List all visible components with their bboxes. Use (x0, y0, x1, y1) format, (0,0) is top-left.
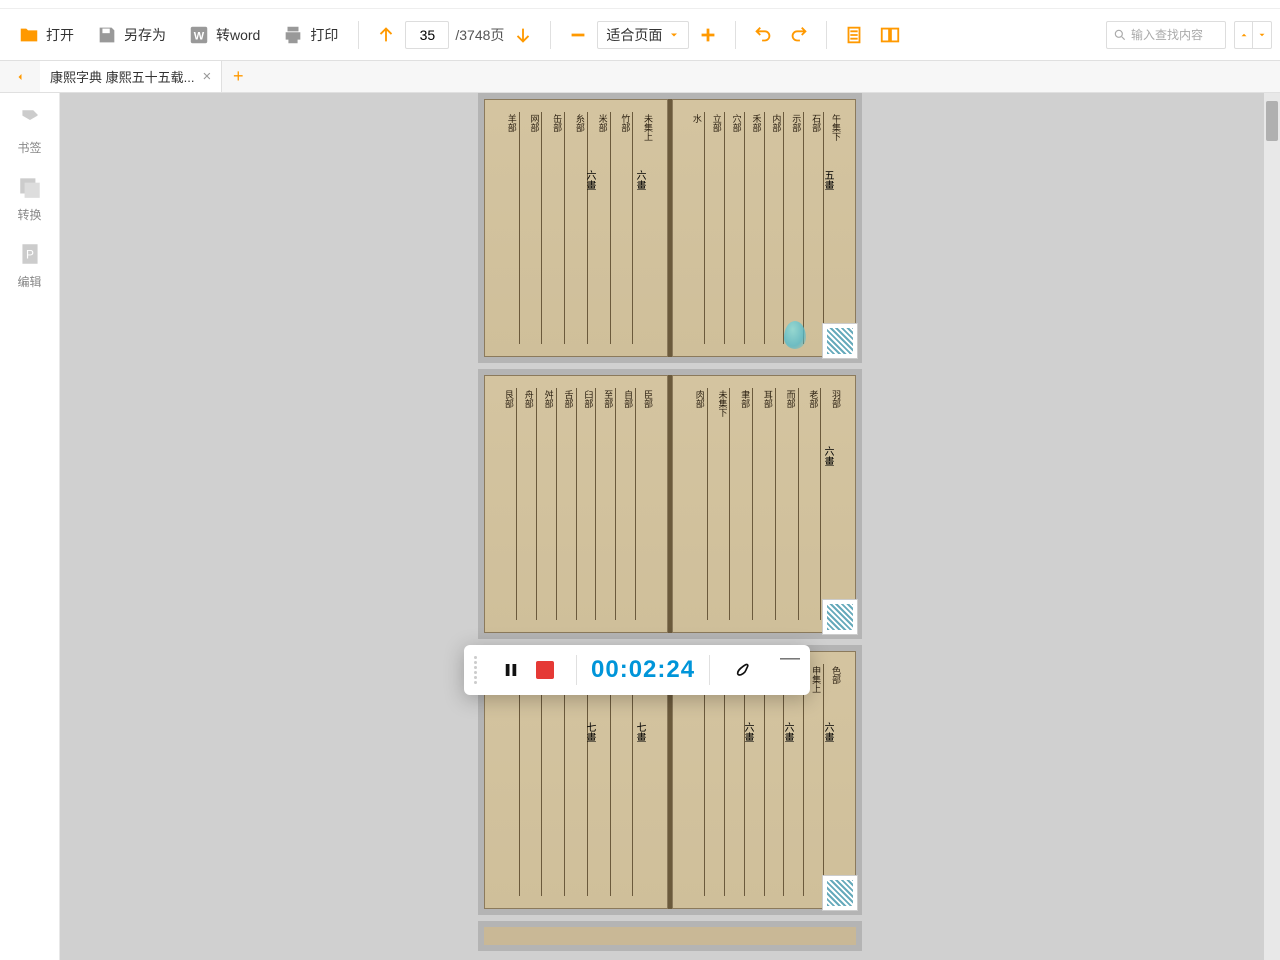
edit-icon: P (17, 241, 43, 267)
book-page: 艮部舟部舛部舌部臼部至部自部臣部肉部未集下聿部耳部而部老部羽部六畫 (478, 369, 862, 639)
watermark-icon (784, 321, 806, 349)
saveas-button[interactable]: 另存为 (86, 18, 176, 52)
toword-button[interactable]: W 转word (178, 18, 270, 52)
svg-text:W: W (194, 30, 205, 42)
prev-page-button[interactable] (369, 18, 403, 52)
open-label: 打开 (46, 25, 74, 45)
screen-recorder-widget[interactable]: 00:02:24 — (464, 645, 810, 695)
scrollbar-thumb[interactable] (1266, 101, 1278, 141)
drag-handle[interactable] (474, 656, 484, 684)
save-icon (96, 24, 118, 46)
tab-close-button[interactable]: × (202, 68, 211, 85)
sidebar-edit[interactable]: P 编辑 (17, 241, 43, 290)
sidebar-edit-label: 编辑 (17, 273, 41, 290)
search-icon (1113, 28, 1127, 42)
sidebar-convert-label: 转换 (17, 206, 41, 223)
qr-code (822, 323, 858, 359)
options-dropdown[interactable] (1234, 21, 1272, 49)
minus-icon (567, 24, 589, 46)
rotate-left-button[interactable] (746, 18, 780, 52)
zoom-label: 适合页面 (606, 25, 662, 45)
plus-icon (697, 24, 719, 46)
svg-text:P: P (26, 247, 34, 261)
print-label: 打印 (310, 25, 338, 45)
convert-icon (17, 174, 43, 200)
sidebar-convert[interactable]: 转换 (17, 174, 43, 223)
tab-add-button[interactable]: + (222, 61, 254, 92)
print-button[interactable]: 打印 (272, 18, 348, 52)
book-page: 羊部网部缶部糸部米部竹部未集上六畫六畫水立部穴部禾部内部示部石部午集下五畫 (478, 93, 862, 363)
zoom-out-button[interactable] (561, 18, 595, 52)
next-page-button[interactable] (506, 18, 540, 52)
book-page (478, 921, 862, 951)
document-tab[interactable]: 康熙字典 康熙五十五载... × (40, 61, 222, 92)
bookmark-icon (17, 107, 43, 133)
single-page-icon (843, 24, 865, 46)
toword-label: 转word (216, 25, 260, 45)
sidebar-bookmark[interactable]: 书签 (17, 107, 43, 156)
scrollbar[interactable] (1264, 93, 1280, 960)
pause-button[interactable] (497, 656, 525, 684)
rotate-right-button[interactable] (782, 18, 816, 52)
tab-title: 康熙字典 康熙五十五载... (50, 67, 194, 86)
saveas-label: 另存为 (124, 25, 166, 45)
double-page-icon (879, 24, 901, 46)
search-placeholder: 输入查找内容 (1131, 26, 1203, 43)
dropdown-down[interactable] (1253, 22, 1271, 48)
arrow-up-icon (375, 24, 397, 46)
qr-code (822, 875, 858, 911)
rotate-left-icon (752, 24, 774, 46)
tab-scroll-left[interactable] (0, 61, 40, 92)
open-button[interactable]: 打开 (8, 18, 84, 52)
chevron-down-icon (668, 29, 680, 41)
single-page-button[interactable] (837, 18, 871, 52)
stop-button[interactable] (531, 656, 559, 684)
zoom-select[interactable]: 适合页面 (597, 21, 689, 49)
recorder-time: 00:02:24 (591, 656, 695, 684)
arrow-down-icon (512, 24, 534, 46)
sidebar-bookmark-label: 书签 (17, 139, 41, 156)
qr-code (822, 599, 858, 635)
brush-button[interactable] (727, 656, 755, 684)
print-icon (282, 24, 304, 46)
page-total-label: /3748页 (455, 25, 504, 45)
rotate-right-icon (788, 24, 810, 46)
double-page-button[interactable] (873, 18, 907, 52)
search-input[interactable]: 输入查找内容 (1106, 21, 1226, 49)
document-viewer[interactable]: 羊部网部缶部糸部米部竹部未集上六畫六畫水立部穴部禾部内部示部石部午集下五畫艮部舟… (60, 93, 1280, 960)
minimize-button[interactable]: — (780, 647, 800, 670)
word-icon: W (188, 24, 210, 46)
folder-icon (18, 24, 40, 46)
zoom-in-button[interactable] (691, 18, 725, 52)
dropdown-up[interactable] (1235, 22, 1253, 48)
page-number-input[interactable] (405, 21, 449, 49)
